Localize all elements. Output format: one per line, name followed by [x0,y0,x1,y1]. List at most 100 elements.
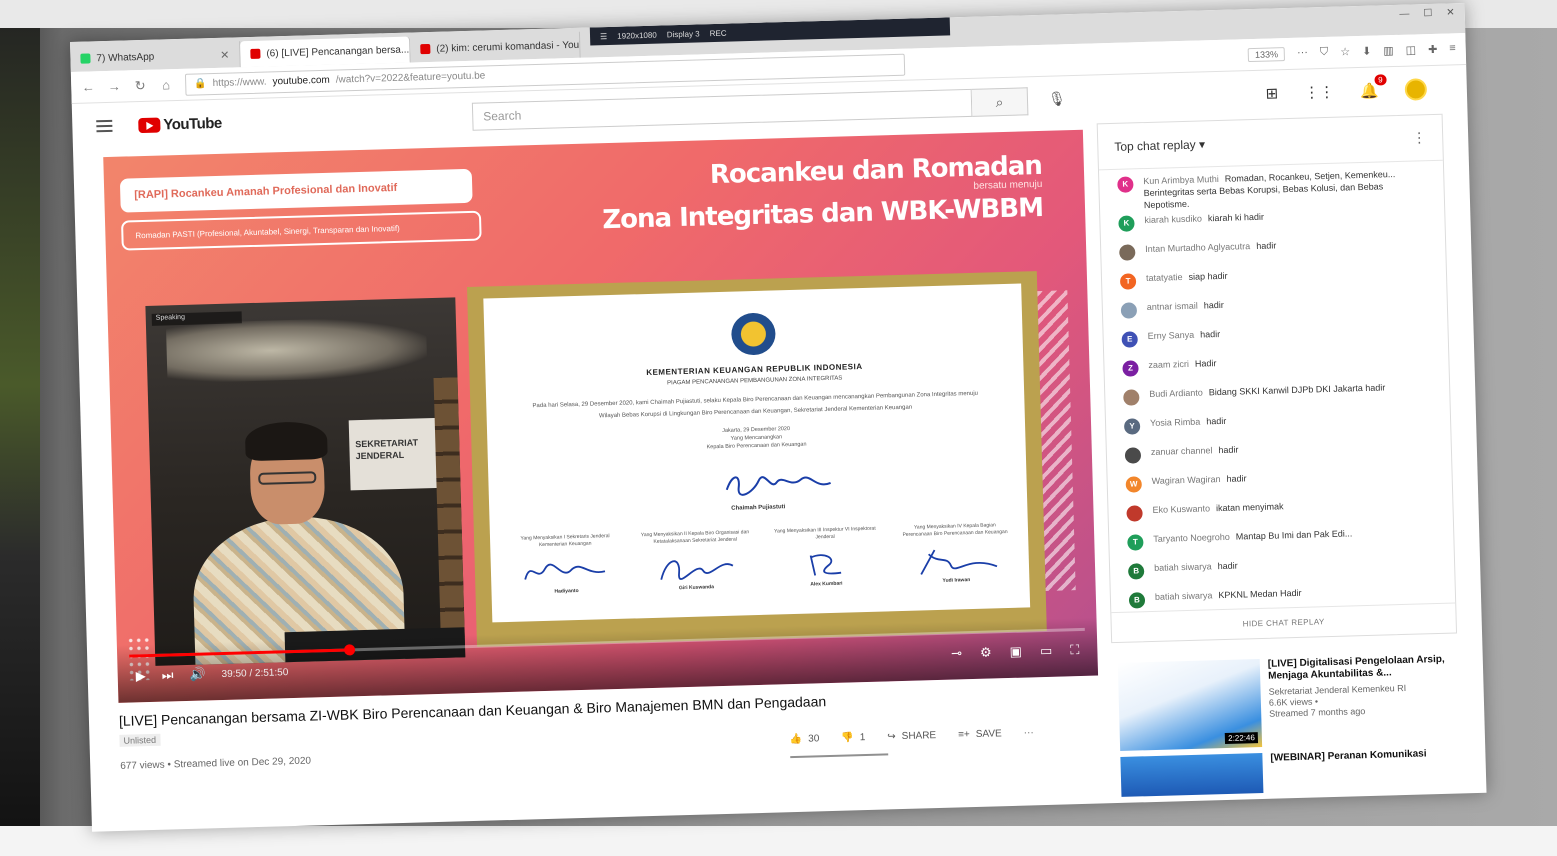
autoplay-toggle-icon[interactable]: ⊸ [951,645,962,661]
chat-mode-dropdown[interactable]: Top chat replay ▾ [1114,137,1205,154]
chat-author-name[interactable]: Erny Sanya [1147,330,1194,341]
account-avatar[interactable] [1404,78,1428,101]
chat-author-avatar[interactable]: T [1119,273,1137,290]
pocket-icon[interactable]: ⛉ [1320,46,1329,59]
chat-author-avatar[interactable]: Y [1123,418,1141,435]
close-window-icon[interactable]: ✕ [1446,7,1455,18]
next-icon[interactable]: ⏭ [162,667,174,683]
scrubber-handle[interactable] [343,644,356,656]
chat-author-name[interactable]: Eko Kuswanto [1152,503,1210,515]
search-input[interactable]: Search [471,88,973,131]
video-player[interactable]: [RAPI] Rocankeu Amanah Profesional dan I… [103,129,1099,703]
more-icon[interactable]: ··· [1297,46,1308,59]
chat-author-avatar[interactable]: T [1127,534,1144,551]
recommended-meta: Sekretariat Jenderal Kemenkeu RI 6.6K vi… [1268,681,1465,719]
chat-author-avatar[interactable] [1124,447,1142,464]
share-button[interactable]: ↪ SHARE [887,730,936,742]
recommended-video[interactable]: [WEBINAR] Peranan Komunikasi [1120,747,1467,797]
witness-2: Yang Menyaksikan II Kepala Biro Organisa… [640,529,752,593]
chat-author-avatar[interactable]: B [1128,592,1146,609]
chat-author-avatar[interactable]: Z [1122,360,1139,377]
chat-more-icon[interactable]: ⋮ [1412,129,1426,146]
webcam-speaking-tag: Speaking [151,311,242,326]
voice-search-icon[interactable]: 🎙 [1048,90,1066,107]
back-icon[interactable]: ← [81,79,95,94]
chat-message-text: Mantap Bu Imi dan Pak Edi... [1235,528,1353,542]
library-icon[interactable]: ▥ [1383,44,1394,57]
overlay-title-line-3: Zona Integritas dan WBK-WBBM [601,192,1044,236]
chat-author-name[interactable]: batiah siwarya [1155,590,1213,602]
reload-icon[interactable]: ↻ [133,77,147,93]
search-button[interactable]: ⌕ [971,87,1029,117]
zoom-level[interactable]: 133% [1247,46,1286,62]
witness-role: Yang Menyaksikan II Kepala Biro Organisa… [640,529,750,545]
create-video-icon[interactable]: ⊞ [1265,84,1278,102]
chat-author-avatar[interactable]: W [1125,476,1142,493]
save-button[interactable]: ≡+ SAVE [958,728,1002,740]
chat-author-name[interactable]: antnar ismail [1147,301,1198,312]
chat-message-body: batiah siwarya KPKNL Medan Hadir [1155,587,1302,603]
video-thumbnail[interactable] [1120,752,1264,797]
apps-grid-icon[interactable]: ⋮⋮ [1304,83,1334,102]
chat-author-avatar[interactable]: K [1118,215,1135,232]
chat-author-name[interactable]: Wagiran Wagiran [1152,474,1221,486]
monitor-screen: 7) WhatsApp ✕ (6) [LIVE] Pencanangan ber… [70,3,1487,832]
hamburger-menu-icon[interactable]: ≡ [1449,42,1456,55]
miniplayer-icon[interactable]: ▣ [1009,644,1022,660]
chat-author-avatar[interactable] [1120,302,1138,319]
home-icon[interactable]: ⌂ [159,77,173,92]
sidebar-icon[interactable]: ◫ [1406,43,1417,56]
youtube-logo[interactable]: YouTube [138,114,222,133]
notifications-bell-icon[interactable]: 🔔 9 [1360,74,1387,100]
chat-author-avatar[interactable] [1126,505,1143,522]
chat-author-name[interactable]: Taryanto Noegroho [1153,532,1230,544]
chat-author-name[interactable]: batiah siwarya [1154,561,1212,573]
download-icon[interactable]: ⬇ [1362,45,1372,58]
charter-date-block: Jakarta, 29 Desember 2020 Yang Mencanang… [487,418,1025,457]
chat-message-text: hadir [1256,240,1277,251]
bookmark-star-icon[interactable]: ☆ [1340,45,1350,58]
volume-icon[interactable]: 🔊 [189,666,206,682]
recommended-video[interactable]: 2:22:46 [LIVE] Digitalisasi Pengelolaan … [1117,653,1466,751]
theater-mode-icon[interactable]: ▭ [1040,643,1053,659]
lock-icon: 🔒 [194,78,207,90]
speaker-webcam-feed: Speaking SEKRETARIAT JENDERAL [145,297,466,666]
chat-author-name[interactable]: Intan Murtadho Aglyacutra [1145,241,1250,254]
settings-gear-icon[interactable]: ⚙ [980,645,992,661]
desk-bottom [0,826,1557,856]
extension-icon[interactable]: ✚ [1428,43,1438,56]
dislike-button[interactable]: 👎 1 [841,732,865,744]
minimize-icon[interactable]: — [1399,9,1409,20]
menu-icon[interactable]: ☰ [600,31,607,40]
video-thumbnail[interactable]: 2:22:46 [1117,659,1263,751]
more-actions-icon[interactable]: ··· [1024,727,1034,738]
share-icon: ↪ [887,731,896,743]
chat-author-name[interactable]: kiarah kusdiko [1144,213,1202,225]
recommended-title[interactable]: [WEBINAR] Peranan Komunikasi [1270,748,1427,792]
chat-author-name[interactable]: Kun Arimbya Muthi [1143,174,1219,186]
play-icon[interactable]: ▶ [136,668,146,684]
chat-message-body: Wagiran Wagiran hadir [1152,472,1247,487]
youtube-icon [420,43,431,55]
maximize-icon[interactable]: ☐ [1423,8,1432,19]
chat-author-avatar[interactable] [1123,389,1140,406]
bookshelf [433,377,465,638]
chat-author-name[interactable]: Budi Ardianto [1149,388,1203,399]
recommended-title[interactable]: [LIVE] Digitalisasi Pengelolaan Arsip, M… [1268,653,1465,682]
chat-author-name[interactable]: zanuar channel [1151,445,1213,457]
chat-author-name[interactable]: tatatyatie [1146,272,1183,283]
chat-author-avatar[interactable] [1119,244,1136,261]
youtube-play-icon [138,117,161,133]
chat-author-name[interactable]: zaam zicri [1148,359,1189,370]
guide-menu-icon[interactable] [96,119,113,133]
witness-name: Giri Kuswanda [678,584,715,592]
chat-message-list[interactable]: K Kun Arimbya Muthi Romadan, Rocankeu, Set… [1099,161,1455,618]
like-button[interactable]: 👍 30 [790,733,820,745]
fullscreen-icon[interactable]: ⛶ [1070,642,1080,658]
close-icon[interactable]: ✕ [220,48,230,61]
chat-author-avatar[interactable]: E [1121,331,1138,348]
chat-author-avatar[interactable]: K [1117,176,1134,193]
chat-author-name[interactable]: Yosia Rimba [1150,417,1200,428]
chat-author-avatar[interactable]: B [1127,563,1145,580]
forward-icon[interactable]: → [107,79,121,94]
